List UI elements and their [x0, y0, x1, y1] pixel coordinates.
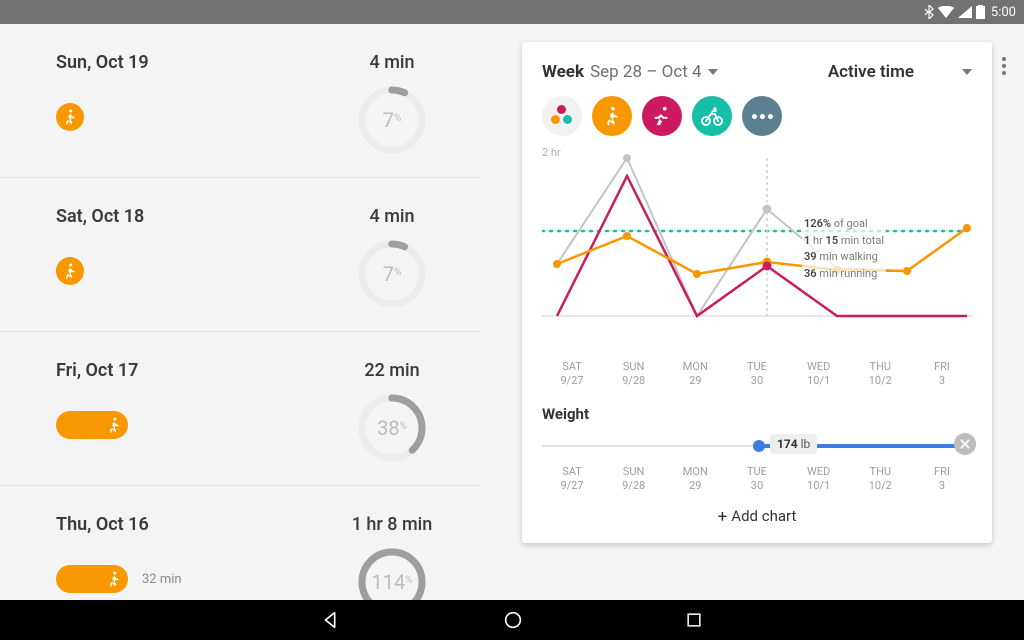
weight-chart-section: Weight 174 lb SAT9/27SUN9/28MON29TUE30WE… [542, 405, 972, 494]
chip-cycling[interactable] [692, 96, 732, 136]
battery-icon [976, 5, 985, 19]
progress-ring: 7% [355, 237, 429, 311]
day-total: 4 min [332, 206, 452, 227]
weight-x-axis: SAT9/27SUN9/28MON29TUE30WED10/1THU10/2FR… [542, 465, 972, 494]
activity-pill-walk [56, 565, 128, 593]
day-date: Fri, Oct 17 [56, 360, 138, 381]
x-tick: WED10/1 [791, 360, 847, 389]
day-total: 1 hr 8 min [332, 514, 452, 535]
activity-detail-card: Week Sep 28 – Oct 4 Active time [522, 42, 992, 543]
add-chart-button[interactable]: +Add chart [542, 493, 972, 529]
walking-icon [61, 108, 79, 126]
day-date: Sat, Oct 18 [56, 206, 144, 227]
activity-extra-label: 32 min [142, 572, 182, 587]
x-tick: SAT9/27 [544, 465, 600, 494]
activity-pill-walk [56, 257, 84, 285]
day-total: 22 min [332, 360, 452, 381]
cycling-icon [700, 104, 724, 128]
walking-icon [105, 570, 123, 588]
day-total: 4 min [332, 52, 452, 73]
date-range-select[interactable]: Week Sep 28 – Oct 4 [542, 62, 718, 82]
activity-pill-walk [56, 103, 84, 131]
weight-chart[interactable]: 174 lb [542, 431, 972, 461]
chevron-down-icon [962, 69, 972, 75]
weight-data-point [753, 440, 765, 452]
x-tick: TUE30 [729, 465, 785, 494]
day-date: Thu, Oct 16 [56, 514, 182, 535]
chip-walking[interactable] [592, 96, 632, 136]
walking-icon [601, 105, 623, 127]
weight-value-badge: 174 lb [770, 434, 817, 454]
metric-select[interactable]: Active time [828, 62, 972, 82]
remove-weight-chart-button[interactable] [954, 433, 976, 455]
chevron-down-icon [708, 69, 718, 75]
activity-type-chips [542, 96, 972, 136]
chip-more-activities[interactable] [742, 96, 782, 136]
x-tick: SUN9/28 [606, 360, 662, 389]
x-tick: FRI3 [914, 465, 970, 494]
x-tick: WED10/1 [791, 465, 847, 494]
activity-pill-walk [56, 411, 128, 439]
active-time-chart[interactable]: 2 hr [542, 146, 972, 356]
wifi-icon [938, 6, 954, 18]
x-tick: TUE30 [729, 360, 785, 389]
plus-icon: + [718, 507, 728, 527]
daily-summary-list: Sun, Oct 19 4 min 7% Sat, Oct 18 [0, 24, 480, 600]
day-row[interactable]: Sat, Oct 18 4 min 7% [0, 178, 480, 332]
chip-running[interactable] [642, 96, 682, 136]
x-tick: SAT9/27 [544, 360, 600, 389]
weight-title: Weight [542, 405, 589, 423]
day-date: Sun, Oct 19 [56, 52, 149, 73]
day-row[interactable]: Sun, Oct 19 4 min 7% [0, 24, 480, 178]
day-row[interactable]: Fri, Oct 17 22 min 38% [0, 332, 480, 486]
overflow-menu-button[interactable] [992, 54, 1016, 78]
android-status-bar: 5:00 [0, 0, 1024, 24]
android-nav-bar [0, 600, 1024, 640]
home-button[interactable] [502, 609, 524, 631]
x-tick: FRI3 [914, 360, 970, 389]
app-root: Sun, Oct 19 4 min 7% Sat, Oct 18 [0, 24, 1024, 600]
x-tick: THU10/2 [852, 465, 908, 494]
cell-signal-icon [958, 6, 972, 18]
chart-x-axis: SAT9/27SUN9/28MON29TUE30WED10/1THU10/2FR… [542, 360, 972, 389]
progress-ring: 38% [355, 391, 429, 465]
recents-button[interactable] [684, 610, 704, 630]
x-tick: MON29 [667, 360, 723, 389]
chip-all-activities[interactable] [542, 96, 582, 136]
bluetooth-icon [924, 5, 934, 19]
progress-ring: 7% [355, 83, 429, 157]
walking-icon [105, 416, 123, 434]
more-horizontal-icon [752, 114, 773, 119]
back-button[interactable] [320, 609, 342, 631]
walking-icon [61, 262, 79, 280]
x-tick: SUN9/28 [606, 465, 662, 494]
x-tick: THU10/2 [852, 360, 908, 389]
running-icon [651, 105, 673, 127]
chart-tooltip: 126% of goal 1 hr 15 min total 39 min wa… [802, 214, 886, 284]
clock: 5:00 [991, 5, 1016, 20]
x-tick: MON29 [667, 465, 723, 494]
